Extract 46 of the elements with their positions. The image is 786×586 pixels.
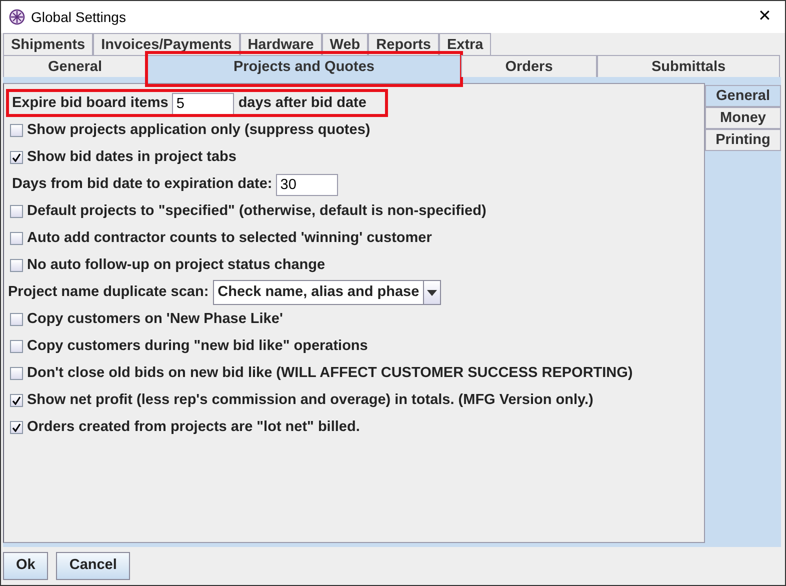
side-tab[interactable]: General [705,85,781,107]
checkbox[interactable] [10,151,23,164]
tab[interactable]: Submittals [597,55,780,77]
tab[interactable]: Invoices/Payments [93,33,240,55]
field-suffix: days after bid date [238,94,366,113]
checkbox[interactable] [10,205,23,218]
checkbox-label: Copy customers during "new bid like" operations [27,336,368,356]
cancel-button[interactable]: Cancel [56,552,130,580]
checkbox[interactable] [10,367,23,380]
check-icon [12,396,21,405]
close-button[interactable]: ✕ [752,5,777,29]
dropdown[interactable]: Check name, alias and phase [212,280,442,305]
field-label: Expire bid board items [12,94,168,113]
checkbox-label: Copy customers on 'New Phase Like' [27,310,283,329]
checkbox[interactable] [10,313,23,326]
checkbox[interactable] [10,259,23,272]
side-tab[interactable]: Money [705,107,781,129]
tab[interactable]: General [3,55,147,77]
checkbox[interactable] [10,124,23,137]
checkbox-label: Show projects application only (suppress quotes) [27,120,370,140]
tab[interactable]: Projects and Quotes [147,55,461,77]
checkbox-label: Orders created from projects are "lot net" billed. [27,418,360,437]
checkbox-label: Show bid dates in project tabs [27,148,236,167]
caret-icon [427,290,438,296]
checkbox-label: Default projects to "specified" (otherwise, default is non-specified) [27,202,486,221]
checkbox[interactable] [10,394,23,407]
tab[interactable]: Extra [438,33,492,55]
checkbox[interactable] [10,340,23,353]
tab[interactable]: Shipments [3,33,94,55]
checkbox[interactable] [10,232,23,245]
checkbox-label: Show net profit (less rep's commission and overage) in totals. (MFG Version only.) [27,390,594,410]
field-label: Days from bid date to expiration date: [12,174,272,194]
input-field[interactable]: 30 [276,174,338,196]
checkbox-label: Auto add contractor counts to selected 'winning' customer [27,228,432,248]
dropdown-label: Project name duplicate scan: [8,282,209,302]
checkbox-label: No auto follow-up on project status change [27,256,326,275]
window-title: Global Settings [31,8,127,27]
side-tab[interactable]: Printing [705,129,781,151]
check-icon [12,153,21,162]
app-logo-icon [9,9,25,25]
ok-button[interactable]: Ok [3,552,48,580]
tab[interactable]: Orders [461,55,597,77]
checkbox-label: Don't close old bids on new bid like (WILL AFFECT CUSTOMER SUCCESS REPORTING) [27,364,633,383]
checkbox[interactable] [10,421,23,434]
check-icon [12,423,21,432]
input-field[interactable]: 5 [172,92,234,114]
